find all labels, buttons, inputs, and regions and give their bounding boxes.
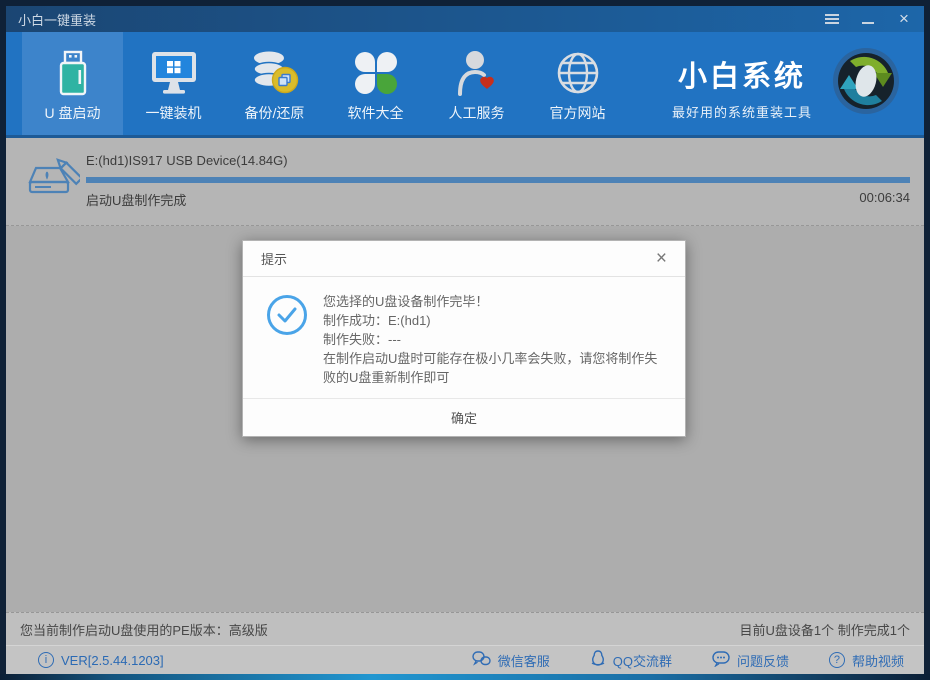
dialog-header: 提示 × [243,241,685,277]
ok-button[interactable]: 确定 [243,398,685,436]
version-label: VER[2.5.44.1203] [61,652,164,668]
window-title: 小白一键重装 [18,12,97,28]
progress-fill [86,177,910,183]
qq-icon [590,650,606,670]
footer-link-label: 帮助视频 [851,653,904,669]
window-bottom-glow [0,674,930,680]
pe-version-text: 您当前制作启动U盘使用的PE版本：高级版 [20,622,268,638]
info-icon: i [38,652,54,668]
tab-label: 备份/还原 [244,105,305,121]
help-icon: ? [828,652,845,668]
tab-service[interactable]: 人工服务 [426,32,527,135]
monitor-icon [150,47,198,99]
tab-label: 一键装机 [145,105,202,121]
version-info[interactable]: i VER[2.5.44.1203] [38,652,164,668]
title-bar: 小白一键重装 × [6,6,924,32]
device-count-text: 目前U盘设备1个 制作完成1个 [739,622,910,638]
footer-links: 微信客服 QQ交流群 问题反馈 ? 帮助视频 [472,650,904,670]
feedback-bubble-icon [712,650,730,670]
clover-icon [353,47,399,99]
usb-progress-section: E:(hd1)IS917 USB Device(14.84G) 启动U盘制作完成… [6,138,924,226]
dialog-title: 提示 [261,252,288,267]
tab-software[interactable]: 软件大全 [325,32,426,135]
nav-bar: U 盘启动 一键装机 备份/还原 软件大全 人工服务 官方网站 小白系统 最好用… [6,32,924,138]
dialog-line: 制作成功：E:(hd1) [323,313,431,328]
success-check-icon [267,295,307,335]
disk-write-icon [26,156,84,211]
dialog-line: 您选择的U盘设备制作完毕！ [323,294,489,309]
dialog-message: 您选择的U盘设备制作完毕！ 制作成功：E:(hd1) 制作失败：--- 在制作启… [323,292,661,387]
dialog-body: 您选择的U盘设备制作完毕！ 制作成功：E:(hd1) 制作失败：--- 在制作启… [243,277,685,387]
feedback-link[interactable]: 问题反馈 [712,650,789,670]
help-video-link[interactable]: ? 帮助视频 [828,651,904,670]
tab-label: 软件大全 [347,105,404,121]
status-bar: 您当前制作启动U盘使用的PE版本：高级版 目前U盘设备1个 制作完成1个 [6,612,924,645]
usb-device-label: E:(hd1)IS917 USB Device(14.84G) [86,153,288,168]
brand-tagline: 最好用的系统重装工具 [671,104,812,120]
progress-bar [86,177,910,183]
brand-block: 小白系统 最好用的系统重装工具 [672,53,812,121]
tab-one-key-install[interactable]: 一键装机 [123,32,224,135]
close-icon[interactable]: × [896,10,912,27]
window-frame: 小白一键重装 × U 盘启动 一键装机 备份/还原 软件大全 人工服务 官方网站… [0,0,930,680]
wechat-icon [472,650,491,670]
footer-link-label: 微信客服 [497,653,550,669]
support-person-icon [456,47,498,99]
tab-label: 官方网站 [549,105,606,121]
qq-group-link[interactable]: QQ交流群 [590,650,672,670]
dialog-close-icon[interactable]: × [656,249,667,268]
dialog-line: 制作失败：--- [323,332,401,347]
globe-icon [555,47,601,99]
tab-label: 人工服务 [448,105,505,121]
dialog-line: 在制作启动U盘时可能存在极小几率会失败，请您将制作失败的U盘重新制作即可 [323,351,658,385]
elapsed-time: 00:06:34 [859,190,910,205]
tab-usb-boot[interactable]: U 盘启动 [22,32,123,135]
tab-backup-restore[interactable]: 备份/还原 [224,32,325,135]
wechat-support-link[interactable]: 微信客服 [472,650,550,670]
footer-bar: i VER[2.5.44.1203] 微信客服 QQ交流群 问题反馈 ? 帮助视… [6,645,924,674]
brand-name: 小白系统 [677,60,806,93]
database-icon [250,47,300,99]
progress-status: 启动U盘制作完成 [86,193,187,208]
footer-link-label: QQ交流群 [612,653,672,669]
minimize-icon[interactable] [860,12,876,26]
footer-link-label: 问题反馈 [736,653,789,669]
app-logo-icon [830,45,902,122]
tip-dialog: 提示 × 您选择的U盘设备制作完毕！ 制作成功：E:(hd1) 制作失败：---… [242,240,686,437]
tab-label: U 盘启动 [44,105,101,121]
tab-website[interactable]: 官方网站 [527,32,628,135]
usb-drive-icon [55,47,91,99]
menu-icon[interactable] [824,12,840,26]
window-controls: × [824,10,912,27]
